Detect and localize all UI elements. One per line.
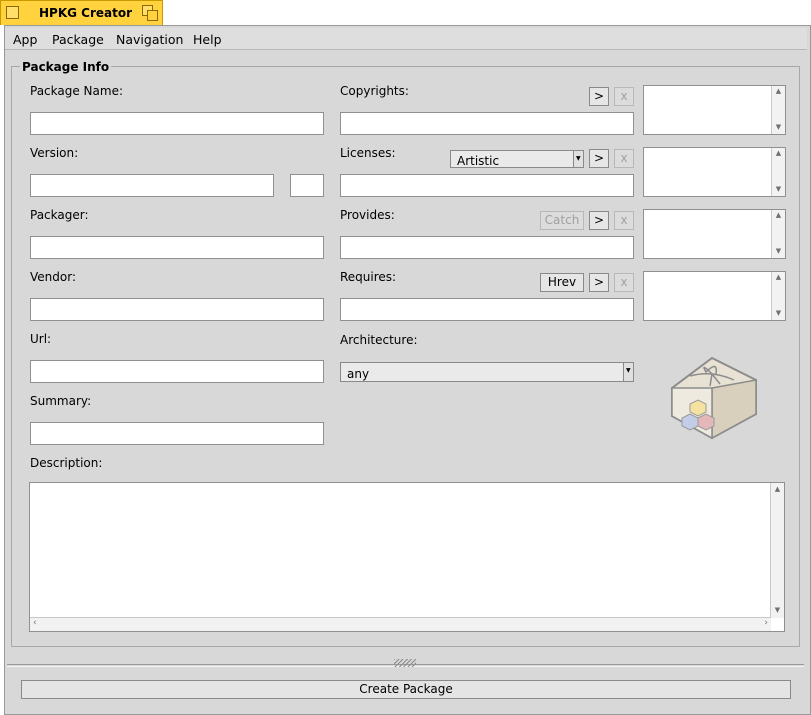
packager-field[interactable]: [30, 236, 324, 259]
copyrights-list[interactable]: ▲ ▼: [643, 85, 786, 135]
package-bundle-icon: [660, 350, 764, 446]
scroll-down-icon[interactable]: ▼: [772, 247, 785, 255]
create-package-button[interactable]: Create Package: [21, 680, 791, 699]
licenses-list-scrollbar[interactable]: ▲ ▼: [771, 148, 785, 196]
description-textarea[interactable]: ▲ ▼ ‹ ›: [29, 482, 785, 632]
url-field[interactable]: [30, 360, 324, 383]
requires-list[interactable]: ▲ ▼: [643, 271, 786, 321]
vendor-field[interactable]: [30, 298, 324, 321]
requires-remove-button[interactable]: x: [614, 273, 634, 292]
menu-package[interactable]: Package: [52, 32, 104, 47]
package-name-field[interactable]: [30, 112, 324, 135]
requires-list-scrollbar[interactable]: ▲ ▼: [771, 272, 785, 320]
requires-label: Requires:: [340, 270, 397, 284]
provides-remove-button[interactable]: x: [614, 211, 634, 230]
zoom-window-icon[interactable]: [142, 5, 158, 21]
dropdown-arrow-icon: ▼: [573, 151, 583, 167]
licenses-list[interactable]: ▲ ▼: [643, 147, 786, 197]
scroll-down-icon[interactable]: ▼: [771, 606, 784, 614]
menu-help[interactable]: Help: [193, 32, 222, 47]
menu-app[interactable]: App: [13, 32, 37, 47]
version-label: Version:: [30, 146, 79, 160]
requires-field[interactable]: [340, 298, 634, 321]
revision-field[interactable]: [290, 174, 324, 197]
scroll-up-icon[interactable]: ▲: [772, 149, 785, 157]
version-field[interactable]: [30, 174, 274, 197]
copyrights-remove-button[interactable]: x: [614, 87, 634, 106]
description-vertical-scrollbar[interactable]: ▲ ▼: [770, 483, 784, 618]
architecture-select[interactable]: any ▼: [340, 362, 634, 382]
provides-label: Provides:: [340, 208, 395, 222]
copyrights-field[interactable]: [340, 112, 634, 135]
scroll-left-icon[interactable]: ‹: [33, 618, 37, 628]
window-tab[interactable]: HPKG Creator: [0, 0, 163, 25]
packager-label: Packager:: [30, 208, 89, 222]
splitter-grip-icon[interactable]: [394, 659, 416, 667]
package-name-label: Package Name:: [30, 84, 123, 98]
description-label: Description:: [30, 456, 103, 470]
scroll-up-icon[interactable]: ▲: [772, 211, 785, 219]
architecture-select-value: any: [347, 367, 370, 381]
scroll-down-icon[interactable]: ▼: [772, 185, 785, 193]
scroll-down-icon[interactable]: ▼: [772, 123, 785, 131]
vendor-label: Vendor:: [30, 270, 76, 284]
requires-add-button[interactable]: >: [589, 273, 609, 292]
provides-list[interactable]: ▲ ▼: [643, 209, 786, 259]
copyrights-label: Copyrights:: [340, 84, 409, 98]
provides-field[interactable]: [340, 236, 634, 259]
description-horizontal-scrollbar[interactable]: ‹ ›: [30, 617, 771, 631]
window-title: HPKG Creator: [39, 6, 133, 20]
close-window-icon[interactable]: [6, 6, 19, 19]
scroll-up-icon[interactable]: ▲: [772, 273, 785, 281]
licenses-remove-button[interactable]: x: [614, 149, 634, 168]
summary-field[interactable]: [30, 422, 324, 445]
menu-navigation[interactable]: Navigation: [116, 32, 183, 47]
summary-label: Summary:: [30, 394, 92, 408]
package-info-title: Package Info: [20, 60, 112, 74]
licenses-select-value: Artistic: [457, 154, 500, 168]
licenses-field[interactable]: [340, 174, 634, 197]
licenses-add-button[interactable]: >: [589, 149, 609, 168]
architecture-label: Architecture:: [340, 333, 418, 347]
licenses-label: Licenses:: [340, 146, 396, 160]
dropdown-arrow-icon: ▼: [623, 363, 633, 381]
url-label: Url:: [30, 332, 52, 346]
provides-list-scrollbar[interactable]: ▲ ▼: [771, 210, 785, 258]
scroll-right-icon[interactable]: ›: [764, 618, 768, 628]
hrev-button[interactable]: Hrev: [540, 273, 584, 292]
scroll-up-icon[interactable]: ▲: [771, 485, 784, 493]
scroll-down-icon[interactable]: ▼: [772, 309, 785, 317]
licenses-select[interactable]: Artistic ▼: [450, 150, 584, 168]
catch-button[interactable]: Catch: [540, 211, 584, 230]
scroll-up-icon[interactable]: ▲: [772, 87, 785, 95]
copyrights-list-scrollbar[interactable]: ▲ ▼: [771, 86, 785, 134]
provides-add-button[interactable]: >: [589, 211, 609, 230]
copyrights-add-button[interactable]: >: [589, 87, 609, 106]
